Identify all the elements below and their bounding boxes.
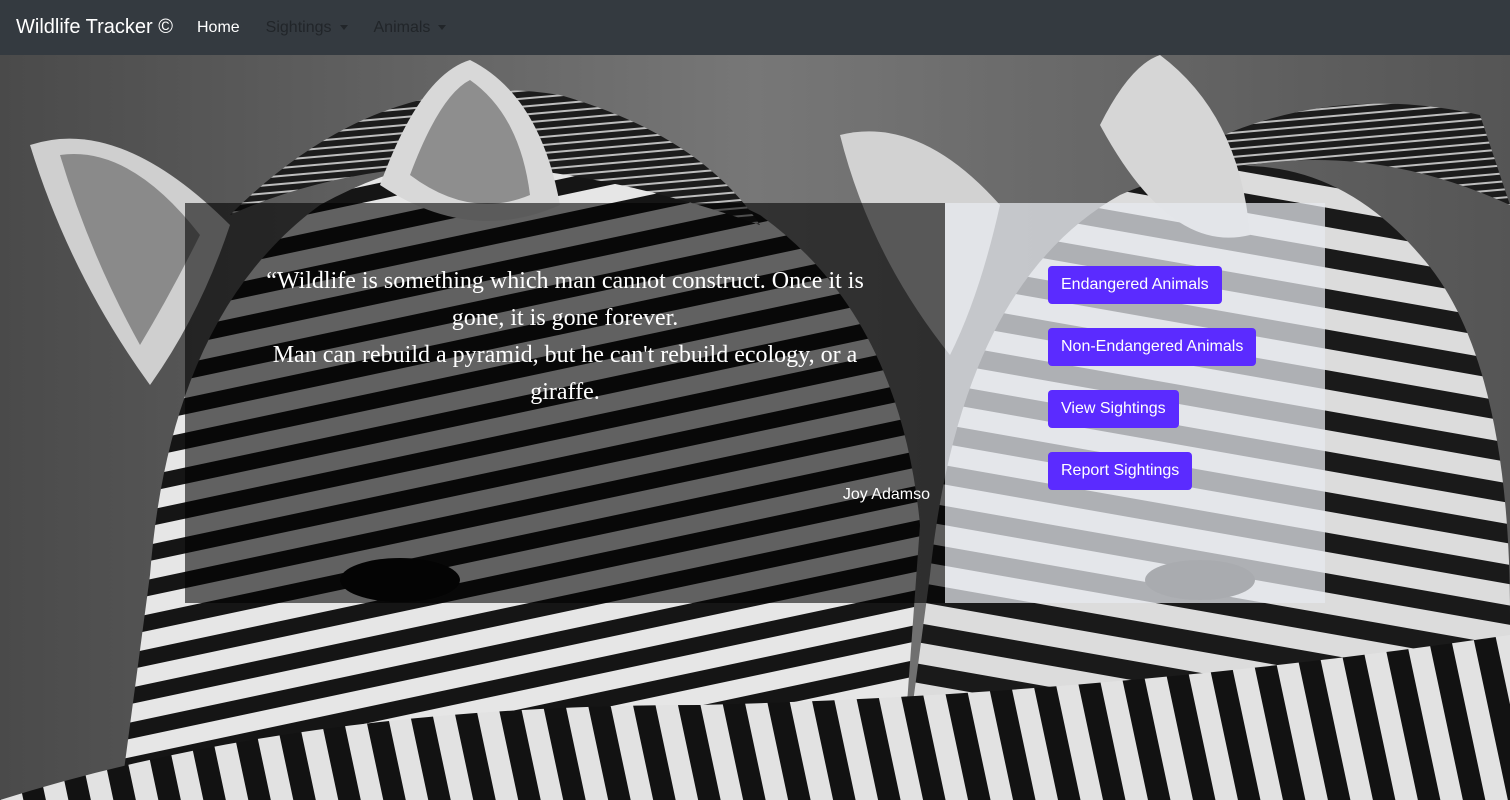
- nav-animals-dropdown[interactable]: Animals: [374, 19, 447, 37]
- quote-panel: “Wildlife is something which man cannot …: [185, 203, 945, 603]
- action-panel: Endangered Animals Non-Endangered Animal…: [945, 203, 1325, 603]
- quote-line: “Wildlife is something which man cannot …: [266, 268, 864, 331]
- brand-link[interactable]: Wildlife Tracker ©: [16, 16, 173, 39]
- nav-home[interactable]: Home: [197, 19, 240, 37]
- nav-sightings-label: Sightings: [265, 18, 332, 36]
- report-sightings-button[interactable]: Report Sightings: [1048, 452, 1193, 490]
- endangered-animals-button[interactable]: Endangered Animals: [1048, 266, 1222, 304]
- navbar: Wildlife Tracker © Home Sightings Animal…: [0, 0, 1510, 55]
- chevron-down-icon: [438, 25, 447, 30]
- nav-sightings-dropdown[interactable]: Sightings: [266, 19, 348, 37]
- chevron-down-icon: [339, 25, 348, 30]
- quote-text: “Wildlife is something which man cannot …: [255, 263, 875, 411]
- nav-animals-label: Animals: [373, 18, 431, 36]
- view-sightings-button[interactable]: View Sightings: [1048, 390, 1179, 428]
- non-endangered-animals-button[interactable]: Non-Endangered Animals: [1048, 328, 1257, 366]
- quote-author: Joy Adamso: [842, 486, 930, 503]
- quote-line: Man can rebuild a pyramid, but he can't …: [272, 342, 858, 405]
